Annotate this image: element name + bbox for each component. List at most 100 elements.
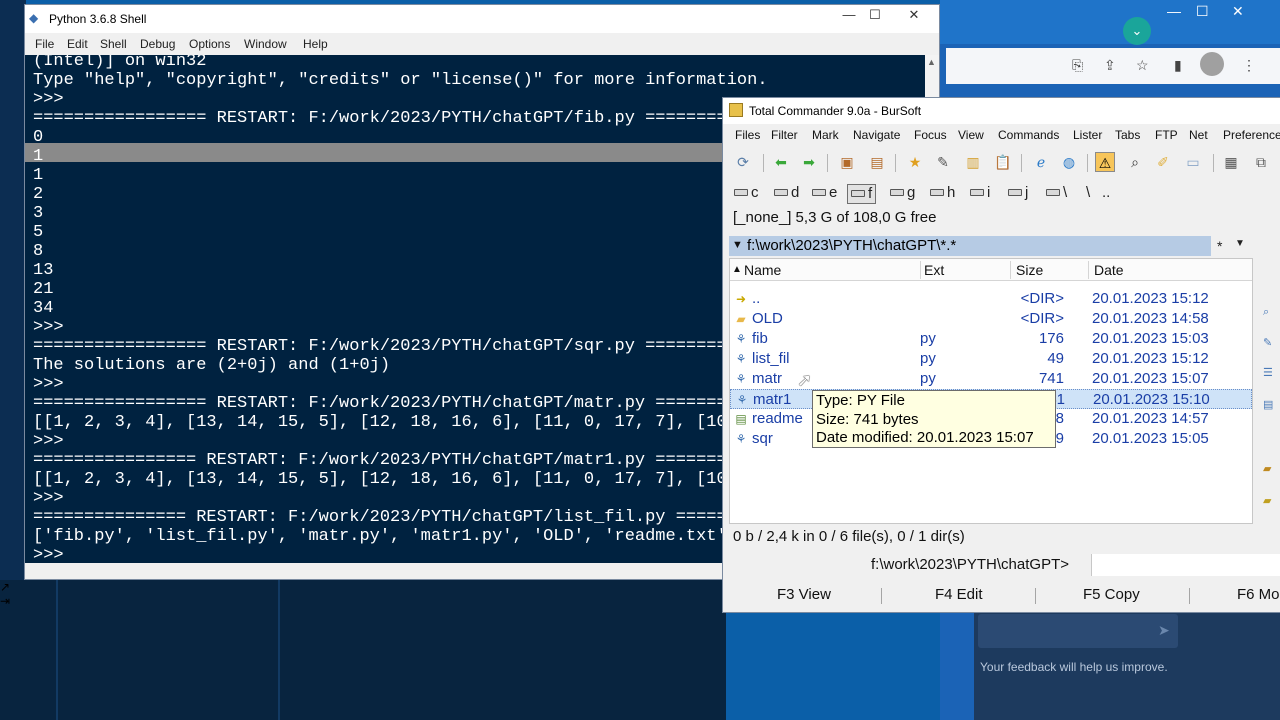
document-icon[interactable]: ▤ — [1263, 398, 1277, 412]
tools-icon[interactable]: ✎ — [933, 152, 953, 172]
dropdown-arrow-icon[interactable]: ▼ — [1235, 238, 1245, 249]
file-row[interactable]: ▰ OLD <DIR> 20.01.2023 14:58 — [730, 309, 1252, 329]
scroll-up-icon[interactable]: ▲ — [927, 57, 936, 67]
menu-debug[interactable]: Debug — [140, 37, 175, 51]
clipboard-icon[interactable]: 📋 — [993, 152, 1013, 172]
command-line-input[interactable] — [1091, 554, 1280, 576]
function-key-bar: F3 View F4 Edit F5 Copy F6 Mo — [723, 580, 1280, 612]
star-icon[interactable]: ☆ — [1136, 57, 1149, 74]
parent-dir-button[interactable]: .. — [1099, 184, 1113, 204]
console-line: >>> — [33, 489, 64, 508]
menu-files[interactable]: Files — [735, 128, 760, 142]
drive-h-button[interactable]: h — [927, 184, 958, 204]
column-ext[interactable]: Ext — [924, 262, 944, 278]
drive-d-button[interactable]: d — [771, 184, 802, 204]
monitor-icon[interactable]: ▦ — [1221, 152, 1241, 172]
minimize-icon[interactable]: — — [837, 7, 861, 22]
column-name[interactable]: Name — [744, 262, 781, 278]
console-line: ================= RESTART: F:/work/2023/… — [33, 109, 809, 128]
feedback-input[interactable]: ➤ — [978, 614, 1178, 648]
menu-navigate[interactable]: Navigate — [853, 128, 900, 142]
drive-i-button[interactable]: i — [967, 184, 993, 204]
file-row[interactable]: ➜.. <DIR> 20.01.2023 15:12 — [730, 289, 1252, 309]
menu-net[interactable]: Net — [1189, 128, 1208, 142]
drive-e-button[interactable]: e — [809, 184, 840, 204]
drive-j-button[interactable]: j — [1005, 184, 1031, 204]
network-drive-button[interactable]: \ — [1043, 184, 1070, 204]
forward-arrow-icon[interactable]: ➡ — [799, 152, 819, 172]
root-dir-button[interactable]: \ — [1083, 184, 1093, 204]
f4-edit-button[interactable]: F4 Edit — [935, 586, 983, 603]
translate-icon[interactable]: ⎘ — [1072, 57, 1083, 74]
avatar[interactable] — [1200, 52, 1224, 76]
menu-preferences[interactable]: Preferences — [1223, 128, 1280, 142]
menu-focus[interactable]: Focus — [914, 128, 947, 142]
menu-ftp[interactable]: FTP — [1155, 128, 1178, 142]
column-size[interactable]: Size — [1016, 262, 1043, 278]
compare-icon[interactable]: ⧉ — [1251, 152, 1271, 172]
menu-commands[interactable]: Commands — [998, 128, 1059, 142]
menu-edit[interactable]: Edit — [67, 37, 88, 51]
console-line: ================ RESTART: F:/work/2023/P… — [33, 451, 809, 470]
console-line: 1 — [33, 147, 44, 166]
menu-tabs[interactable]: Tabs — [1115, 128, 1140, 142]
path-star[interactable]: * — [1217, 238, 1222, 254]
menu-view[interactable]: View — [958, 128, 984, 142]
menu-filter[interactable]: Filter — [771, 128, 798, 142]
python-file-icon: ⚘ — [736, 393, 748, 407]
sync-icon[interactable]: ▭ — [1183, 152, 1203, 172]
python-shell-titlebar[interactable]: ◆ Python 3.6.8 Shell — ☐ ✕ — [25, 5, 939, 33]
file-ext: py — [920, 330, 936, 347]
send-icon[interactable]: ➤ — [1158, 622, 1170, 639]
file-ext: py — [920, 370, 936, 387]
menu-shell[interactable]: Shell — [100, 37, 127, 51]
close-icon[interactable]: ✕ — [1232, 3, 1244, 20]
search-icon[interactable]: ⌕ — [1263, 306, 1277, 320]
search-icon[interactable]: ⌕ — [1125, 152, 1145, 172]
close-icon[interactable]: ✕ — [902, 7, 926, 23]
minimize-icon[interactable]: — — [1167, 3, 1181, 19]
pack-icon[interactable]: ▣ — [837, 152, 857, 172]
expand-arrow-icon[interactable]: ▼ — [732, 239, 743, 251]
folder-tree-icon[interactable]: ▥ — [963, 152, 983, 172]
menu-window[interactable]: Window — [244, 37, 287, 51]
maximize-icon[interactable]: ☐ — [1196, 3, 1209, 20]
file-name: .. — [752, 290, 761, 307]
text-file-icon: ▤ — [735, 412, 747, 426]
edit-icon[interactable]: ✎ — [1263, 336, 1277, 350]
f3-view-button[interactable]: F3 View — [777, 586, 831, 603]
tc-titlebar[interactable]: Total Commander 9.0a - BurSoft — [723, 98, 1280, 124]
f5-copy-button[interactable]: F5 Copy — [1083, 586, 1140, 603]
menu-help[interactable]: Help — [303, 37, 328, 51]
file-row[interactable]: ⚘ fib py 176 20.01.2023 15:03 — [730, 329, 1252, 349]
unpack-icon[interactable]: ▤ — [867, 152, 887, 172]
share-icon[interactable]: ⇪ — [1104, 57, 1116, 74]
menu-mark[interactable]: Mark — [812, 128, 839, 142]
mouse-cursor-icon: ➚ — [797, 370, 813, 390]
more-menu-icon[interactable]: ⋮ — [1242, 57, 1256, 74]
favorites-star-icon[interactable]: ★ — [905, 152, 925, 172]
back-arrow-icon[interactable]: ⬅ — [771, 152, 791, 172]
menu-file[interactable]: File — [35, 37, 54, 51]
internet-explorer-icon[interactable]: ℯ — [1031, 152, 1051, 172]
chevron-down-icon[interactable]: ⌄ — [1123, 17, 1151, 45]
drive-f-button[interactable]: f — [847, 184, 877, 204]
menu-lister[interactable]: Lister — [1073, 128, 1102, 142]
refresh-icon[interactable]: ⟳ — [733, 152, 753, 172]
list-icon[interactable]: ☰ — [1263, 366, 1277, 380]
folder-icon[interactable]: ▰ — [1263, 462, 1277, 476]
file-row[interactable]: ⚘ list_fil py 49 20.01.2023 15:12 — [730, 349, 1252, 369]
f6-move-button[interactable]: F6 Mo — [1237, 586, 1280, 603]
warning-icon[interactable]: ⚠ — [1095, 152, 1115, 172]
notes-icon[interactable]: ✐ — [1153, 152, 1173, 172]
new-folder-icon[interactable]: ▰ — [1263, 494, 1277, 508]
drive-g-button[interactable]: g — [887, 184, 918, 204]
menu-options[interactable]: Options — [189, 37, 230, 51]
column-date[interactable]: Date — [1094, 262, 1124, 278]
drive-c-button[interactable]: c — [731, 184, 762, 204]
file-ext: py — [920, 350, 936, 367]
sidebar-icon[interactable]: ▮ — [1174, 57, 1182, 74]
path-bar[interactable]: ▼ f:\work\2023\PYTH\chatGPT\*.* — [729, 236, 1211, 256]
globe-icon[interactable]: ◍ — [1059, 152, 1079, 172]
maximize-icon[interactable]: ☐ — [863, 7, 887, 23]
